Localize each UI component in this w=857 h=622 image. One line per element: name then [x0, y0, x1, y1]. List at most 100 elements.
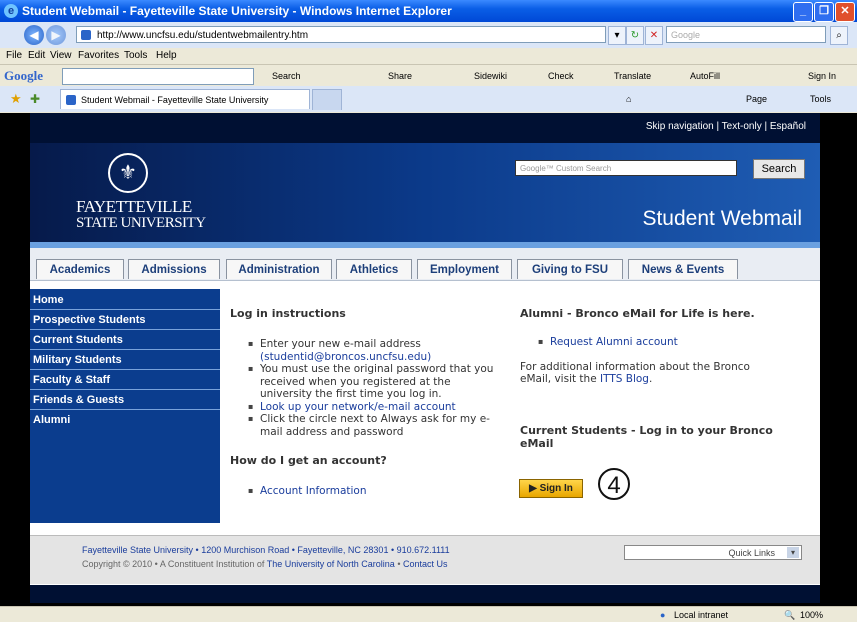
toolbar-search[interactable]: Search — [272, 65, 301, 87]
google-logo: Google — [4, 68, 43, 83]
unc-link[interactable]: The University of North Carolina — [267, 559, 395, 569]
stop-icon[interactable]: ✕ — [645, 26, 663, 45]
refresh-icon[interactable]: ↻ — [626, 26, 644, 45]
alumni-heading: Alumni - Bronco eMail for Life is here. — [520, 307, 755, 320]
quick-links-label: Quick Links — [728, 548, 775, 558]
current-students-heading: Current Students - Log in to your Bronco… — [520, 423, 773, 450]
address-input[interactable]: http://www.uncfsu.edu/studentwebmailentr… — [76, 26, 606, 43]
footer-line-1: Fayetteville State University • 1200 Mur… — [82, 545, 450, 555]
title-bar: e Student Webmail - Fayetteville State U… — [0, 0, 857, 22]
account-list: Account Information — [230, 485, 500, 498]
cmd-tools[interactable]: Tools — [810, 86, 831, 112]
account-heading: How do I get an account? — [230, 454, 387, 467]
logo-line-2[interactable]: STATE UNIVERSITY — [76, 215, 206, 232]
footer-separator: • — [397, 559, 401, 569]
sidebar-item-home[interactable]: Home — [30, 291, 220, 310]
contact-us-link[interactable]: Contact Us — [403, 559, 448, 569]
zoom-icon: 🔍 — [784, 610, 796, 620]
dropdown-arrow-icon[interactable]: ▾ — [608, 26, 626, 45]
chevron-down-icon: ▾ — [787, 547, 799, 558]
list-item: Click the circle next to Always ask for … — [230, 413, 500, 438]
toolbar-check[interactable]: Check — [548, 65, 574, 87]
alumni-column: Alumni - Bronco eMail for Life is here. … — [520, 307, 780, 450]
skip-navigation-links[interactable]: Skip navigation | Text-only | Español — [646, 121, 806, 132]
close-button[interactable]: ✕ — [835, 2, 855, 22]
sidebar-item-prospective[interactable]: Prospective Students — [30, 311, 220, 330]
maximize-button[interactable]: ❐ — [814, 2, 834, 22]
minimize-button[interactable]: _ — [793, 2, 813, 22]
footer: Fayetteville State University • 1200 Mur… — [30, 535, 820, 584]
page-favicon-icon — [81, 30, 91, 40]
google-toolbar-input[interactable] — [62, 68, 254, 85]
cmd-page[interactable]: Page — [746, 86, 767, 112]
tab-administration[interactable]: Administration — [226, 259, 332, 279]
lookup-account-link[interactable]: Look up your network/e-mail account — [230, 401, 500, 414]
browser-viewport: Skip navigation | Text-only | Español ⚜ … — [0, 113, 857, 606]
tab-news-events[interactable]: News & Events — [628, 259, 738, 279]
toolbar-translate[interactable]: Translate — [614, 65, 651, 87]
footer-copyright: Copyright © 2010 • A Constituent Institu… — [82, 559, 448, 569]
address-url: http://www.uncfsu.edu/studentwebmailentr… — [97, 30, 309, 41]
sign-in-label: Sign In — [539, 483, 573, 494]
login-instructions-list: Enter your new e-mail address (studentid… — [230, 338, 500, 438]
tab-employment[interactable]: Employment — [417, 259, 512, 279]
sidebar: Home Prospective Students Current Studen… — [30, 289, 220, 523]
status-bar: ● Local intranet 🔍 100% — [0, 606, 857, 622]
account-information-link[interactable]: Account Information — [230, 485, 500, 498]
tab-academics[interactable]: Academics — [36, 259, 124, 279]
menu-help[interactable]: Help — [156, 48, 177, 64]
new-tab-button[interactable] — [312, 89, 342, 110]
instruction-1: Enter your new e-mail address — [260, 338, 421, 350]
list-item: Enter your new e-mail address (studentid… — [230, 338, 500, 363]
menu-favorites[interactable]: Favorites — [78, 48, 119, 64]
quick-links-select[interactable]: Quick Links ▾ — [624, 545, 802, 560]
menu-edit[interactable]: Edit — [28, 48, 45, 64]
zone-label: Local intranet — [674, 610, 729, 620]
menu-view[interactable]: View — [50, 48, 72, 64]
toolbar-sidewiki[interactable]: Sidewiki — [474, 65, 507, 87]
sidebar-item-friends[interactable]: Friends & Guests — [30, 391, 220, 410]
sidebar-item-faculty[interactable]: Faculty & Staff — [30, 371, 220, 390]
add-favorites-icon[interactable]: ✚ — [30, 86, 40, 112]
bottom-strip — [30, 585, 820, 603]
toolbar-share[interactable]: Share — [388, 65, 412, 87]
logo-line-1[interactable]: FAYETTEVILLE — [76, 197, 192, 217]
tab-active[interactable]: Student Webmail - Fayetteville State Uni… — [60, 89, 310, 109]
menu-bar: File Edit View Favorites Tools Help — [0, 48, 857, 64]
alumni-info: For additional information about the Bro… — [520, 360, 750, 386]
copyright-text: Copyright © 2010 • A Constituent Institu… — [82, 559, 265, 569]
site-search-button[interactable]: Search — [753, 159, 805, 179]
google-toolbar: Google Search Share Sidewiki Check Trans… — [0, 64, 857, 87]
forward-arrow-icon[interactable]: ▶ — [46, 25, 66, 45]
menu-file[interactable]: File — [6, 48, 22, 64]
favorites-star-icon[interactable]: ★ — [10, 86, 22, 112]
request-alumni-link[interactable]: Request Alumni account — [520, 336, 780, 349]
sidebar-item-current[interactable]: Current Students — [30, 331, 220, 350]
home-icon[interactable]: ⌂ — [626, 86, 631, 112]
itts-blog-link[interactable]: ITTS Blog — [600, 373, 649, 385]
browser-search-input[interactable]: Google — [666, 26, 826, 43]
tab-admissions[interactable]: Admissions — [128, 259, 220, 279]
toolbar-autofill[interactable]: AutoFill — [690, 65, 720, 87]
tab-label: Student Webmail - Fayetteville State Uni… — [81, 95, 269, 105]
tab-favicon-icon — [66, 95, 76, 105]
tab-giving[interactable]: Giving to FSU — [517, 259, 623, 279]
zoom-level[interactable]: 100% — [800, 607, 823, 622]
tab-athletics[interactable]: Athletics — [336, 259, 412, 279]
search-icon[interactable]: ⌕ — [830, 26, 848, 45]
tab-row: ★ ✚ Student Webmail - Fayetteville State… — [0, 86, 857, 112]
ie-window: e Student Webmail - Fayetteville State U… — [0, 0, 857, 622]
sign-in-button[interactable]: ▶ Sign In — [519, 479, 583, 498]
toolbar-sign-in[interactable]: Sign In — [808, 65, 836, 87]
sidebar-item-alumni[interactable]: Alumni — [30, 411, 220, 430]
step-marker: 4 — [598, 468, 630, 500]
site-search-input[interactable]: Google™ Custom Search — [515, 160, 737, 176]
intranet-icon: ● — [660, 610, 666, 620]
list-item: You must use the original password that … — [230, 363, 500, 401]
university-seal-icon: ⚜ — [108, 153, 148, 193]
address-bar-row: ◀ ▶ http://www.uncfsu.edu/studentwebmail… — [0, 22, 857, 48]
top-strip: Skip navigation | Text-only | Español — [30, 113, 820, 143]
sidebar-item-military[interactable]: Military Students — [30, 351, 220, 370]
back-arrow-icon[interactable]: ◀ — [24, 25, 44, 45]
menu-tools[interactable]: Tools — [124, 48, 147, 64]
